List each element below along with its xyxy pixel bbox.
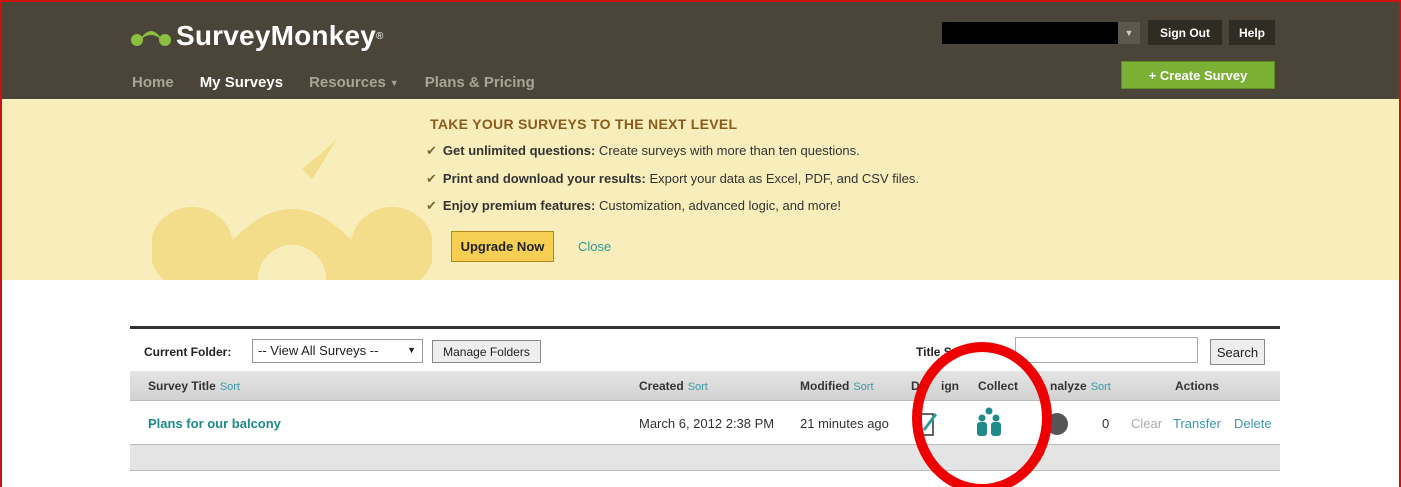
- table-row: Plans for our balcony March 6, 2012 2:38…: [130, 401, 1280, 445]
- table-footer: [130, 445, 1280, 471]
- sort-link[interactable]: Sort: [1091, 381, 1111, 393]
- clear-link[interactable]: Clear: [1131, 416, 1162, 431]
- account-name-redacted[interactable]: [942, 22, 1140, 44]
- main-nav: Home My Surveys Resources ▼ Plans & Prici…: [132, 74, 535, 91]
- nav-home[interactable]: Home: [132, 74, 174, 91]
- surveys-toolbar: Current Folder: -- View All Surveys -- ▼…: [130, 329, 1280, 371]
- nav-my-surveys[interactable]: My Surveys: [200, 74, 283, 91]
- monkey-logo-icon: [131, 31, 171, 48]
- promo-bullet: ✔ Enjoy premium features: Customization, …: [426, 198, 841, 214]
- promo-bullet-bold: Print and download your results:: [442, 171, 646, 186]
- nav-resources[interactable]: Resources ▼: [309, 74, 399, 91]
- upgrade-now-button[interactable]: Upgrade Now: [451, 231, 554, 262]
- promo-bullet: ✔ Print and download your results: Export…: [426, 171, 919, 187]
- sort-link[interactable]: Sort: [853, 381, 873, 393]
- nav-resources-label: Resources: [309, 74, 386, 91]
- surveymonkey-logo[interactable]: SurveyMonkey ®: [130, 20, 383, 52]
- monkey-watermark-icon: [152, 139, 432, 280]
- col-actions: Actions: [1175, 379, 1220, 393]
- promo-bullet-bold: Enjoy premium features:: [442, 198, 596, 213]
- annotation-highlight-circle: [912, 342, 1052, 487]
- created-date: March 6, 2012 2:38 PM: [639, 416, 775, 431]
- promo-title: TAKE YOUR SURVEYS TO THE NEXT LEVEL: [430, 116, 738, 132]
- current-folder-label: Current Folder:: [144, 345, 232, 359]
- col-analyze: nalyze Sort: [1050, 379, 1111, 393]
- checkmark-icon: ✔: [426, 198, 437, 213]
- col-survey-title-label: Survey Title: [148, 379, 216, 393]
- col-modified-label: Modified: [800, 379, 850, 393]
- create-survey-button[interactable]: + Create Survey: [1121, 61, 1275, 89]
- promo-bullet-text: Create surveys with more than ten questi…: [595, 143, 860, 158]
- col-analyze-label: nalyze: [1050, 379, 1087, 393]
- modified-date: 21 minutes ago: [800, 416, 889, 431]
- promo-bullet-text: Export your data as Excel, PDF, and CSV …: [645, 171, 919, 186]
- nav-plans-pricing[interactable]: Plans & Pricing: [425, 74, 535, 91]
- manage-folders-button[interactable]: Manage Folders: [432, 340, 541, 363]
- checkmark-icon: ✔: [426, 143, 437, 158]
- col-survey-title: Survey Title Sort: [148, 379, 240, 393]
- transfer-link[interactable]: Transfer: [1173, 416, 1221, 431]
- promo-bullet: ✔ Get unlimited questions: Create surveys…: [426, 143, 860, 159]
- delete-link[interactable]: Delete: [1234, 416, 1272, 431]
- search-button[interactable]: Search: [1210, 339, 1265, 365]
- table-header: Survey Title Sort Created Sort Modified Sor…: [130, 371, 1280, 401]
- sort-link[interactable]: Sort: [688, 381, 708, 393]
- sign-out-button[interactable]: Sign Out: [1148, 20, 1222, 45]
- upgrade-promo-banner: TAKE YOUR SURVEYS TO THE NEXT LEVEL ✔ Get…: [2, 99, 1399, 280]
- brand-name: SurveyMonkey: [176, 20, 377, 51]
- title-search-input[interactable]: [1015, 337, 1198, 363]
- sort-link[interactable]: Sort: [220, 381, 240, 393]
- col-created-label: Created: [639, 379, 684, 393]
- promo-bullet-bold: Get unlimited questions:: [442, 143, 596, 158]
- survey-title-link[interactable]: Plans for our balcony: [148, 416, 281, 431]
- brand-reg: ®: [376, 30, 384, 42]
- top-header: SurveyMonkey ® Home My Surveys Resources…: [2, 2, 1399, 99]
- surveys-panel: Current Folder: -- View All Surveys -- ▼…: [130, 326, 1280, 471]
- close-promo-link[interactable]: Close: [578, 239, 611, 254]
- chevron-down-icon: ▼: [389, 78, 399, 89]
- page-frame: SurveyMonkey ® Home My Surveys Resources…: [0, 0, 1401, 487]
- folder-select-value: -- View All Surveys --: [258, 343, 379, 358]
- checkmark-icon: ✔: [426, 171, 437, 186]
- response-count: 0: [1102, 416, 1110, 431]
- promo-bullet-text: Customization, advanced logic, and more!: [595, 198, 842, 213]
- chevron-down-icon: ▼: [407, 345, 416, 355]
- folder-select[interactable]: -- View All Surveys -- ▼: [252, 339, 423, 363]
- col-created: Created Sort: [639, 379, 708, 393]
- col-modified: Modified Sort: [800, 379, 874, 393]
- account-dropdown-icon[interactable]: ▼: [1118, 22, 1140, 44]
- help-button[interactable]: Help: [1229, 20, 1275, 45]
